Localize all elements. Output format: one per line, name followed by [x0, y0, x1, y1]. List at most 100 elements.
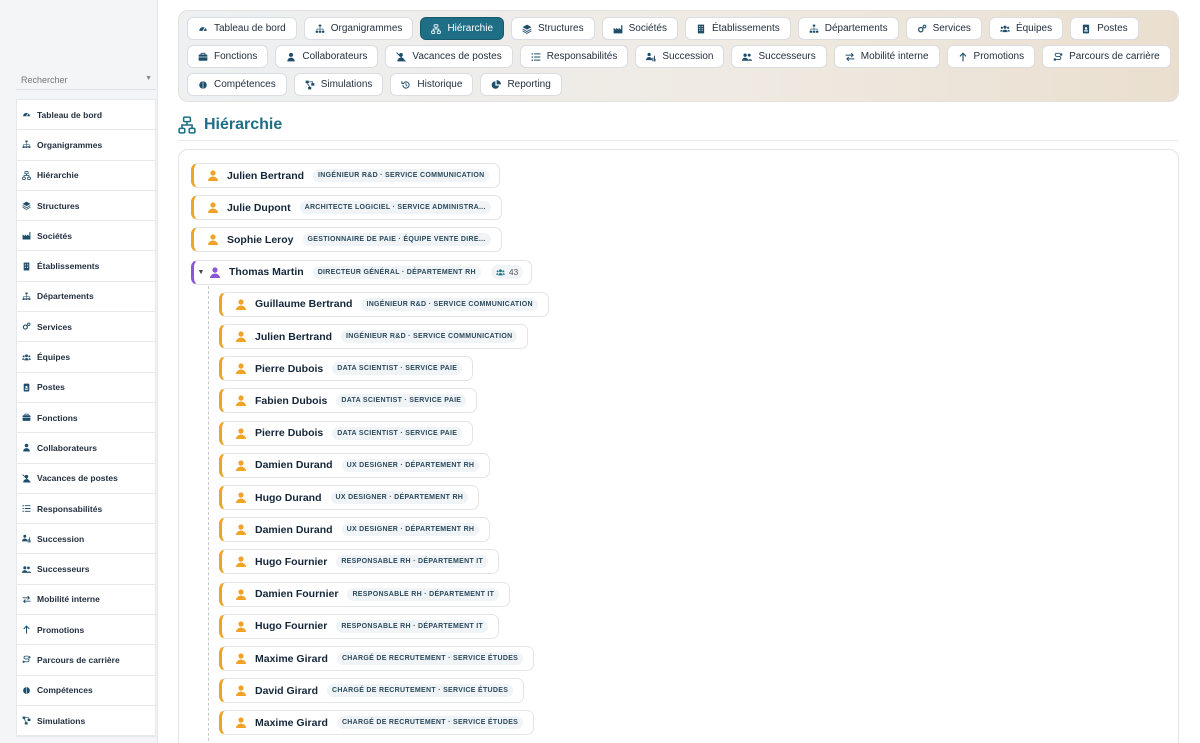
divider [178, 140, 1179, 141]
search-input[interactable] [16, 71, 136, 85]
sidebar-item-etablissements[interactable]: Établissements [17, 251, 155, 282]
tree-node[interactable]: Maxime Girard CHARGÉ DE RECRUTEMENT · SER… [219, 710, 535, 736]
tree-node[interactable]: Hugo Fournier RESPONSABLE RH · DÉPARTEMEN… [219, 549, 500, 575]
tree-node[interactable]: Julie Dupont ARCHITECTE LOGICIEL · SERVIC… [191, 195, 502, 221]
tab-historique[interactable]: Historique [390, 73, 474, 96]
tree-node[interactable]: Damien Fournier RESPONSABLE RH · DÉPARTEM… [219, 581, 511, 607]
role-badge: INGÉNIEUR R&D · SERVICE COMMUNICATION [341, 330, 518, 343]
person-name: Hugo Fournier [255, 620, 328, 633]
sidebar-item-label: Établissements [37, 261, 100, 272]
person-name: Maxime Girard [255, 652, 328, 665]
role-badge: RESPONSABLE RH · DÉPARTEMENT IT [336, 555, 489, 569]
user-icon [22, 443, 37, 452]
sidebar-item-hierarchie[interactable]: Hiérarchie [17, 161, 155, 191]
role-badge: UX DESIGNER · DÉPARTEMENT RH [330, 491, 469, 504]
person-icon [222, 427, 255, 439]
tree-node[interactable]: Maxime Girard CHARGÉ DE RECRUTEMENT · SER… [219, 646, 535, 671]
role-badge: DATA SCIENTIST · SERVICE PAIE [332, 426, 463, 440]
person-icon [222, 363, 255, 375]
tab-label: Mobilité interne [860, 51, 929, 62]
briefcase-icon [198, 52, 214, 62]
briefcase-icon [22, 413, 37, 422]
tree-node[interactable]: Fabien Dubois DATA SCIENTIST · SERVICE PA… [219, 388, 478, 414]
tab-reporting[interactable]: Reporting [480, 73, 562, 96]
sidebar-item-parcours-de-carriere[interactable]: Parcours de carrière [17, 645, 155, 676]
tree-node-manager[interactable]: ▼ Thomas Martin DIRECTEUR GÉNÉRAL · DÉPART… [191, 259, 533, 285]
sidebar-item-structures[interactable]: Structures [17, 191, 155, 222]
expand-toggle-icon[interactable]: ▼ [194, 269, 208, 276]
tree-node[interactable]: Damien Durand UX DESIGNER · DÉPARTEMENT R… [219, 517, 491, 543]
tree-node[interactable]: Guillaume Bertrand INGÉNIEUR R&D · SERVIC… [219, 291, 549, 317]
tab-parcours-de-carriere[interactable]: Parcours de carrière [1042, 45, 1171, 68]
sidebar-item-equipes[interactable]: Équipes [17, 342, 155, 373]
hierarchy-icon [178, 116, 204, 134]
tab-label: Vacances de postes [412, 51, 502, 62]
sidebar-item-label: Équipes [37, 352, 71, 363]
sidebar-item-collaborateurs[interactable]: Collaborateurs [17, 433, 155, 464]
sidebar-item-responsabilites[interactable]: Responsabilités [17, 494, 155, 525]
tab-mobilite-interne[interactable]: Mobilité interne [833, 45, 940, 68]
tab-succession[interactable]: Succession [635, 45, 725, 68]
sidebar-item-postes[interactable]: Postes [17, 373, 155, 403]
tab-label: Organigrammes [330, 23, 403, 34]
tab-etablissements[interactable]: Établissements [684, 17, 791, 40]
tab-equipes[interactable]: Équipes [988, 17, 1064, 40]
tab-societes[interactable]: Sociétés [601, 17, 678, 40]
tab-collaborateurs[interactable]: Collaborateurs [275, 45, 379, 68]
role-badge: INGÉNIEUR R&D · SERVICE COMMUNICATION [313, 169, 490, 182]
tab-fonctions[interactable]: Fonctions [187, 45, 269, 68]
tree-node[interactable]: Damien Durand UX DESIGNER · DÉPARTEMENT R… [219, 452, 491, 478]
tab-responsabilites[interactable]: Responsabilités [519, 45, 629, 68]
tab-structures[interactable]: Structures [511, 17, 595, 40]
tab-services[interactable]: Services [905, 17, 982, 40]
tab-label: Compétences [214, 79, 276, 90]
sidebar-item-successeurs[interactable]: Successeurs [17, 554, 155, 585]
sidebar-item-simulations[interactable]: Simulations [17, 706, 155, 737]
building-icon [696, 24, 712, 34]
tree-node[interactable]: Sophie Leroy GESTIONNAIRE DE PAIE · ÉQUIP… [191, 227, 502, 253]
tab-departements[interactable]: Départements [797, 17, 899, 40]
sidebar-item-services[interactable]: Services [17, 312, 155, 343]
brain-icon [22, 686, 37, 695]
tab-tableau-de-bord[interactable]: Tableau de bord [187, 17, 297, 40]
user-slash-icon [22, 473, 37, 483]
pie-chart-icon [491, 79, 507, 90]
person-icon [194, 234, 227, 246]
chevron-down-icon[interactable]: ▼ [145, 75, 152, 82]
tree-node[interactable]: Hugo Fournier RESPONSABLE RH · DÉPARTEMEN… [219, 613, 500, 639]
tab-successeurs[interactable]: Successeurs [731, 45, 827, 68]
person-name: Damien Fournier [255, 588, 339, 601]
sidebar-item-fonctions[interactable]: Fonctions [17, 403, 155, 434]
tree-node[interactable]: Julien Bertrand INGÉNIEUR R&D · SERVICE C… [219, 324, 529, 349]
sidebar-item-mobilite-interne[interactable]: Mobilité interne [17, 585, 155, 616]
sidebar-item-organigrammes[interactable]: Organigrammes [17, 130, 155, 161]
search-field[interactable]: ▼ [16, 70, 156, 90]
tab-organigrammes[interactable]: Organigrammes [303, 17, 414, 40]
sidebar-item-succession[interactable]: Succession [17, 524, 155, 555]
sidebar-item-departements[interactable]: Départements [17, 282, 155, 313]
tab-vacances-de-postes[interactable]: Vacances de postes [385, 45, 513, 68]
tree-node[interactable]: Pierre Dubois DATA SCIENTIST · SERVICE PA… [219, 356, 474, 382]
tab-simulations[interactable]: Simulations [293, 73, 384, 96]
sidebar-item-promotions[interactable]: Promotions [17, 615, 155, 646]
tab-hierarchie[interactable]: Hiérarchie [420, 17, 505, 40]
sitemap-icon [809, 24, 825, 34]
tree-node[interactable]: David Girard CHARGÉ DE RECRUTEMENT · SERV… [219, 678, 525, 704]
sidebar-item-competences[interactable]: Compétences [17, 676, 155, 706]
tree-node[interactable]: Pierre Dubois DATA SCIENTIST · SERVICE PA… [219, 420, 474, 446]
tree-node[interactable]: Julien Bertrand INGÉNIEUR R&D · SERVICE C… [191, 163, 501, 188]
hierarchy-tree-panel: Julien Bertrand INGÉNIEUR R&D · SERVICE C… [178, 149, 1179, 743]
sidebar-item-tableau-de-bord[interactable]: Tableau de bord [17, 100, 155, 131]
sidebar-item-societes[interactable]: Sociétés [17, 221, 155, 252]
role-badge: UX DESIGNER · DÉPARTEMENT RH [341, 458, 480, 472]
tab-competences[interactable]: Compétences [187, 73, 287, 96]
sidebar-item-vacances-de-postes[interactable]: Vacances de postes [17, 464, 155, 494]
tab-label: Postes [1097, 23, 1128, 34]
user-friends-icon [22, 565, 37, 574]
tree-node[interactable]: Hugo Durand UX DESIGNER · DÉPARTEMENT RH [219, 485, 480, 510]
person-icon [222, 395, 255, 407]
tab-postes[interactable]: Postes [1070, 17, 1139, 40]
tab-promotions[interactable]: Promotions [946, 45, 1036, 68]
person-name: Hugo Fournier [255, 555, 328, 568]
tab-label: Succession [662, 51, 714, 62]
